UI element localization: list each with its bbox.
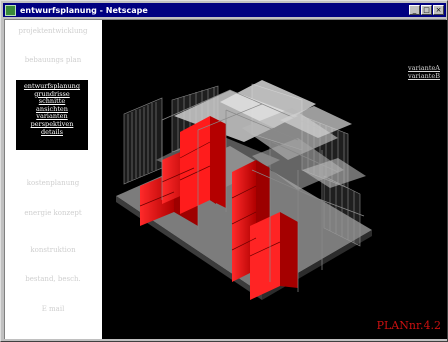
close-button[interactable]: × [433, 5, 444, 15]
model-viewer-frame: varianteA varianteB PLANnr.4.2 [102, 20, 447, 339]
plan-number-label: PLANnr.4.2 [376, 319, 441, 332]
nav-link-kostenplanung[interactable]: kostenplanung [7, 179, 99, 187]
minimize-button[interactable]: _ [409, 5, 420, 15]
nav-link-energie-konzept[interactable]: energie konzept [7, 209, 99, 217]
entwurfsplanung-submenu: entwurfsplanung grundrisse schnitte ansi… [16, 80, 88, 150]
page-content: projektentwicklung bebauungs plan entwur… [4, 19, 447, 339]
nav-link-konstruktion[interactable]: konstruktion [7, 246, 99, 254]
browser-window: entwurfsplanung - Netscape _ □ × projekt… [0, 0, 448, 342]
nav-link-projektentwicklung[interactable]: projektentwicklung [7, 27, 99, 35]
window-title: entwurfsplanung - Netscape [20, 5, 148, 15]
nav-link-email[interactable]: E mail [7, 305, 99, 313]
submenu-item-details[interactable]: details [16, 128, 88, 137]
maximize-button[interactable]: □ [421, 5, 432, 15]
variant-b-link[interactable]: varianteB [408, 72, 440, 80]
title-bar[interactable]: entwurfsplanung - Netscape _ □ × [3, 3, 446, 17]
left-navigation-frame: projektentwicklung bebauungs plan entwur… [5, 20, 102, 339]
nav-link-bebauungsplan[interactable]: bebauungs plan [7, 56, 99, 64]
building-3d-rendering [116, 80, 372, 300]
nav-link-bestand[interactable]: bestand, besch. [7, 275, 99, 283]
variant-a-link[interactable]: varianteA [408, 64, 440, 72]
window-controls: _ □ × [409, 5, 444, 15]
netscape-app-icon [5, 4, 16, 16]
